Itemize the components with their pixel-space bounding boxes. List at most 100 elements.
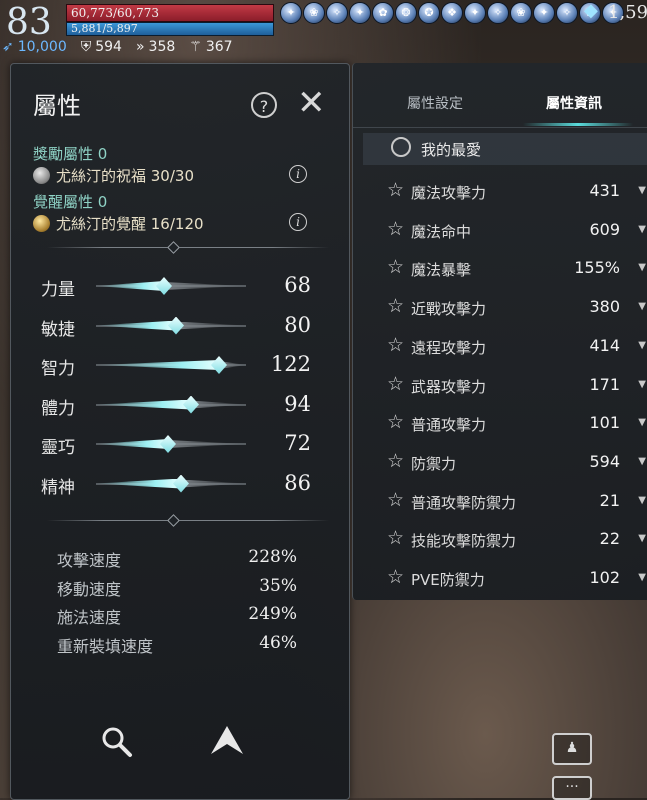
blessing-coin-icon <box>33 167 50 184</box>
hud-stat-speed: » 358 <box>136 39 175 55</box>
star-icon[interactable]: ☆ <box>387 256 404 278</box>
buff-icon[interactable]: ❂ <box>395 2 417 24</box>
attribute-info-value: 102 <box>589 568 620 587</box>
attribute-panel: 屬性 ? ✕ 獎勵屬性 0 尤絲汀的祝福 30/30 i 覺醒屬性 0 尤絲汀的… <box>10 63 350 800</box>
awaken-attribute-label: 覺醒屬性 0 <box>33 193 108 211</box>
expand-arrow-icon[interactable]: ▼ <box>638 533 646 544</box>
star-icon[interactable]: ☆ <box>387 334 404 356</box>
buff-icon[interactable]: ✦ <box>280 2 302 24</box>
buff-bar: ✦ ❀ ✧ ✦ ✿ ❂ ✪ ❖ ✦ ✧ ❀ ✦ ✧ ✿ ✦ <box>280 2 624 24</box>
attribute-info-row[interactable]: ☆ 近戰攻擊力 380 ▼ <box>353 289 647 327</box>
attribute-info-row[interactable]: ☆ 防禦力 594 ▼ <box>353 444 647 482</box>
attribute-name: 智力 <box>41 359 75 379</box>
expand-arrow-icon[interactable]: ▼ <box>638 224 646 235</box>
speed-row: 移動速度 35% <box>57 576 297 600</box>
divider <box>47 247 329 248</box>
close-button[interactable]: ✕ <box>297 86 326 120</box>
star-icon[interactable]: ☆ <box>387 295 404 317</box>
attribute-info-row[interactable]: ☆ 魔法暴擊 155% ▼ <box>353 250 647 288</box>
star-icon[interactable]: ☆ <box>387 566 404 588</box>
expand-arrow-icon[interactable]: ▼ <box>638 495 646 506</box>
buff-icon[interactable]: ❀ <box>510 2 532 24</box>
attribute-info-name: PVE防禦力 <box>411 571 485 589</box>
expand-arrow-icon[interactable]: ▼ <box>638 456 646 467</box>
buff-icon[interactable]: ✪ <box>418 2 440 24</box>
expand-arrow-icon[interactable]: ▼ <box>638 417 646 428</box>
attribute-value: 94 <box>284 391 311 416</box>
expand-arrow-icon[interactable]: ▼ <box>638 572 646 583</box>
attribute-info-row[interactable]: ☆ 普通攻擊防禦力 21 ▼ <box>353 483 647 521</box>
buff-icon[interactable]: ✿ <box>372 2 394 24</box>
tab-attribute-info[interactable]: 屬性資訊 <box>546 93 602 113</box>
buff-icon[interactable]: ❀ <box>303 2 325 24</box>
buff-icon[interactable]: ✧ <box>487 2 509 24</box>
arrow-up-icon[interactable] <box>209 724 245 766</box>
attribute-info-row[interactable]: ☆ 魔法攻擊力 431 ▼ <box>353 173 647 211</box>
expand-arrow-icon[interactable]: ▼ <box>638 185 646 196</box>
star-icon[interactable]: ☆ <box>387 411 404 433</box>
tab-bar: 屬性設定 屬性資訊 <box>353 63 647 128</box>
help-button[interactable]: ? <box>251 92 277 118</box>
blessing-info-icon[interactable]: i <box>289 165 307 183</box>
buff-icon[interactable]: ❖ <box>441 2 463 24</box>
buff-icon[interactable]: ✧ <box>556 2 578 24</box>
panel-title: 屬性 <box>33 92 81 120</box>
star-icon[interactable]: ☆ <box>387 527 404 549</box>
star-icon[interactable]: ☆ <box>387 373 404 395</box>
attribute-info-row[interactable]: ☆ 遠程攻擊力 414 ▼ <box>353 328 647 366</box>
star-icon[interactable]: ☆ <box>387 218 404 240</box>
attribute-info-value: 101 <box>589 413 620 433</box>
favorites-row[interactable]: 我的最愛 <box>363 133 647 165</box>
buff-icon[interactable]: ✦ <box>349 2 371 24</box>
expand-arrow-icon[interactable]: ▼ <box>638 262 646 273</box>
speed-value: 46% <box>259 632 297 653</box>
speed-name: 移動速度 <box>57 579 122 599</box>
speed-row: 重新裝填速度 46% <box>57 633 297 657</box>
chat-icon[interactable]: ··· <box>552 776 592 800</box>
attribute-bar-fill <box>96 478 181 489</box>
hud-stat-value: 10,000 <box>17 39 67 55</box>
attribute-info-value: 171 <box>589 374 620 394</box>
star-icon[interactable]: ☆ <box>387 450 404 472</box>
awaken-info-icon[interactable]: i <box>289 213 307 231</box>
awaken-coin-icon <box>33 215 50 232</box>
buff-icon[interactable]: ✧ <box>326 2 348 24</box>
expand-arrow-icon[interactable]: ▼ <box>638 379 646 390</box>
attribute-info-row[interactable]: ☆ PVE防禦力 102 ▼ <box>353 560 647 598</box>
speed-value: 35% <box>259 575 297 596</box>
chat-bubble-icon[interactable]: ♟ <box>552 733 592 765</box>
attribute-bar-fill <box>96 360 219 370</box>
speed-value: 228% <box>248 547 297 567</box>
awaken-item: 尤絲汀的覺醒 16/120 <box>33 213 204 234</box>
buff-icon[interactable]: ✦ <box>464 2 486 24</box>
speed-row: 施法速度 249% <box>57 604 297 628</box>
hud-stat-value: 367 <box>205 39 233 55</box>
attribute-bar-tail <box>176 321 246 330</box>
attribute-bar-knob <box>156 277 172 295</box>
favorites-radio-icon[interactable] <box>391 137 411 157</box>
attribute-info-value: 609 <box>589 219 620 239</box>
wing-icon: ➶ <box>2 39 14 55</box>
attribute-info-row[interactable]: ☆ 武器攻擊力 171 ▼ <box>353 367 647 405</box>
attribute-value: 68 <box>284 273 311 297</box>
attribute-info-row[interactable]: ☆ 魔法命中 609 ▼ <box>353 212 647 250</box>
attribute-info-value: 380 <box>589 297 620 317</box>
attribute-info-value: 414 <box>589 335 620 355</box>
expand-arrow-icon[interactable]: ▼ <box>638 340 646 351</box>
star-icon[interactable]: ☆ <box>387 489 404 511</box>
attribute-info-row[interactable]: ☆ 技能攻擊防禦力 22 ▼ <box>353 521 647 559</box>
star-icon[interactable]: ☆ <box>387 179 404 201</box>
hud-stat-defense: ⛨ 594 <box>81 39 122 55</box>
shield-icon: ⛨ <box>80 39 92 55</box>
expand-arrow-icon[interactable]: ▼ <box>638 301 646 312</box>
attribute-bar-fill <box>96 439 168 449</box>
buff-icon[interactable]: ✦ <box>533 2 555 24</box>
blessing-text: 尤絲汀的祝福 30/30 <box>56 167 194 185</box>
attribute-info-value: 594 <box>589 451 620 471</box>
tab-attribute-settings[interactable]: 屬性設定 <box>407 93 463 113</box>
attribute-bar-knob <box>173 474 189 493</box>
attribute-info-row[interactable]: ☆ 普通攻擊力 101 ▼ <box>353 405 647 443</box>
search-icon[interactable] <box>99 724 133 766</box>
hud-stat-wing: ➶ 10,000 <box>2 39 67 55</box>
hud-stats: ➶ 10,000 ⛨ 594 » 358 ⚚ 367 <box>2 39 233 55</box>
